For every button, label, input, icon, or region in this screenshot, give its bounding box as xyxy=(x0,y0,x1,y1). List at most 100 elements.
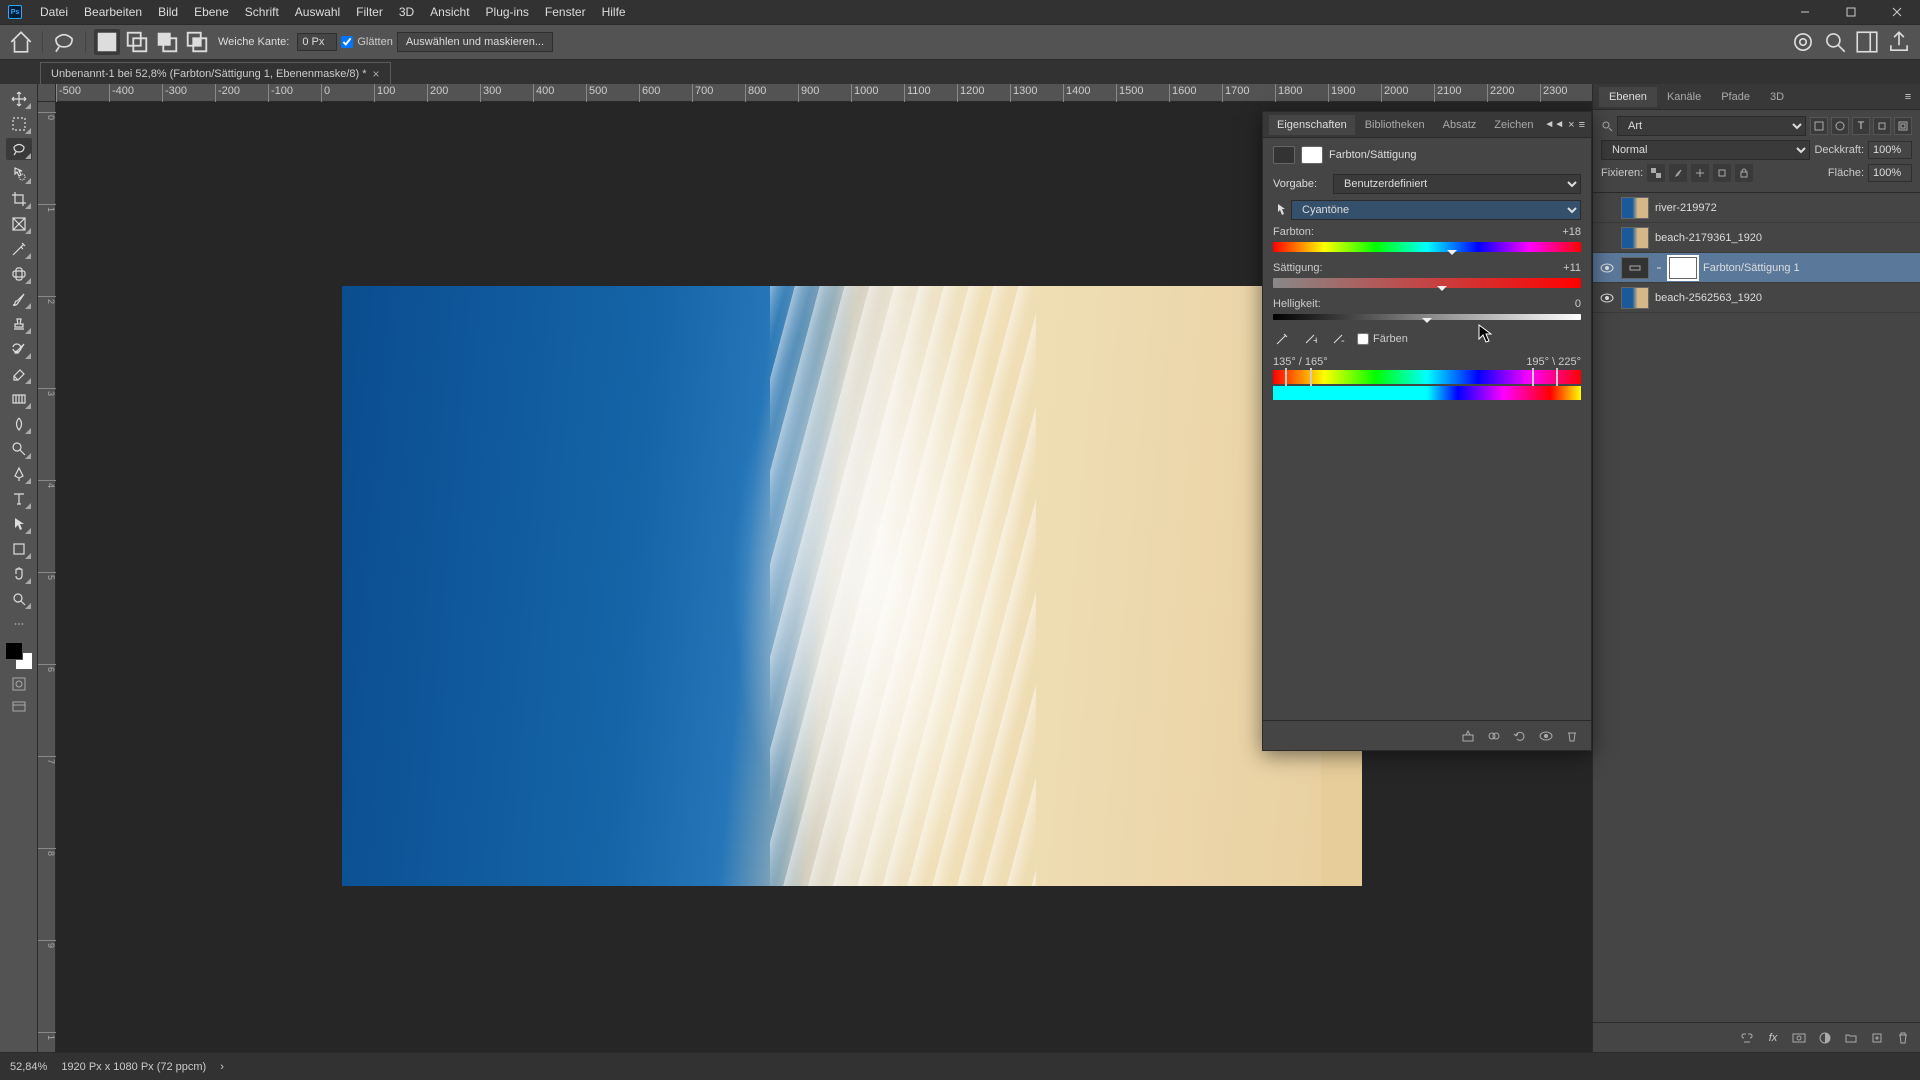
color-range-select[interactable]: Cyantöne xyxy=(1291,200,1581,220)
eyedropper-minus-icon[interactable]: - xyxy=(1329,330,1347,348)
lock-all-icon[interactable] xyxy=(1735,164,1753,182)
select-and-mask-button[interactable]: Auswählen und maskieren... xyxy=(397,32,553,52)
close-panel-icon[interactable]: × xyxy=(1568,119,1574,131)
new-layer-icon[interactable] xyxy=(1868,1029,1886,1047)
layer-filter-select[interactable]: Art xyxy=(1617,116,1806,136)
trash-icon[interactable] xyxy=(1894,1029,1912,1047)
dodge-tool[interactable] xyxy=(6,438,32,460)
mask-thumbnail[interactable] xyxy=(1669,257,1697,279)
lightness-value[interactable]: 0 xyxy=(1575,298,1581,310)
antialias-checkbox[interactable]: Glätten xyxy=(341,36,392,48)
menu-ebene[interactable]: Ebene xyxy=(186,5,237,19)
cloud-docs-icon[interactable] xyxy=(1790,29,1816,55)
tab-absatz[interactable]: Absatz xyxy=(1435,115,1485,135)
colorize-checkbox[interactable]: Färben xyxy=(1357,333,1408,345)
panel-menu-icon[interactable]: ≡ xyxy=(1902,88,1920,106)
document-tab[interactable]: Unbenannt-1 bei 52,8% (Farbton/Sättigung… xyxy=(40,62,391,84)
eyedropper-icon[interactable] xyxy=(1273,330,1291,348)
type-tool[interactable] xyxy=(6,488,32,510)
view-previous-icon[interactable] xyxy=(1485,727,1503,745)
quick-select-tool[interactable] xyxy=(6,163,32,185)
adjustment-layer-icon[interactable] xyxy=(1816,1029,1834,1047)
workspace-icon[interactable] xyxy=(1854,29,1880,55)
crop-tool[interactable] xyxy=(6,188,32,210)
adjustment-icon[interactable] xyxy=(1621,257,1649,279)
toggle-visibility-icon[interactable] xyxy=(1537,727,1555,745)
visibility-icon[interactable] xyxy=(1599,260,1615,276)
lightness-slider[interactable] xyxy=(1273,314,1581,320)
collapse-icon[interactable]: ◄◄ xyxy=(1544,119,1564,131)
visibility-icon[interactable] xyxy=(1599,290,1615,306)
delete-adjustment-icon[interactable] xyxy=(1563,727,1581,745)
eyedropper-plus-icon[interactable]: + xyxy=(1301,330,1319,348)
selection-add-icon[interactable] xyxy=(124,29,150,55)
menu-fenster[interactable]: Fenster xyxy=(537,5,594,19)
gradient-tool[interactable] xyxy=(6,388,32,410)
eraser-tool[interactable] xyxy=(6,363,32,385)
layer-thumbnail[interactable] xyxy=(1621,287,1649,309)
blend-mode-select[interactable]: Normal xyxy=(1601,140,1810,160)
tab-ebenen[interactable]: Ebenen xyxy=(1599,87,1657,107)
document-info[interactable]: 1920 Px x 1080 Px (72 ppcm) xyxy=(61,1061,206,1073)
layer-row[interactable]: river-219972 xyxy=(1593,193,1920,223)
menu-3d[interactable]: 3D xyxy=(391,5,422,19)
filter-type-icon[interactable]: T xyxy=(1852,117,1870,135)
menu-schrift[interactable]: Schrift xyxy=(237,5,287,19)
tab-zeichen[interactable]: Zeichen xyxy=(1486,115,1541,135)
menu-filter[interactable]: Filter xyxy=(348,5,391,19)
visibility-icon[interactable] xyxy=(1599,230,1615,246)
pen-tool[interactable] xyxy=(6,463,32,485)
saturation-slider[interactable] xyxy=(1273,278,1581,288)
stamp-tool[interactable] xyxy=(6,313,32,335)
feather-input[interactable] xyxy=(297,33,337,51)
search-icon[interactable] xyxy=(1822,29,1848,55)
layer-thumbnail[interactable] xyxy=(1621,197,1649,219)
menu-ansicht[interactable]: Ansicht xyxy=(422,5,477,19)
lasso-tool[interactable] xyxy=(6,138,32,160)
menu-hilfe[interactable]: Hilfe xyxy=(594,5,634,19)
menu-auswahl[interactable]: Auswahl xyxy=(287,5,348,19)
hue-slider[interactable] xyxy=(1273,242,1581,252)
lock-paint-icon[interactable] xyxy=(1669,164,1687,182)
quickmask-icon[interactable] xyxy=(10,675,28,693)
layer-thumbnail[interactable] xyxy=(1621,227,1649,249)
foreground-color[interactable] xyxy=(5,642,23,660)
menu-bild[interactable]: Bild xyxy=(150,5,186,19)
layer-row[interactable]: beach-2562563_1920 xyxy=(1593,283,1920,313)
opacity-input[interactable] xyxy=(1868,141,1912,159)
frame-tool[interactable] xyxy=(6,213,32,235)
group-icon[interactable] xyxy=(1842,1029,1860,1047)
marquee-tool[interactable] xyxy=(6,113,32,135)
spectrum-full[interactable] xyxy=(1273,370,1581,384)
reset-icon[interactable] xyxy=(1511,727,1529,745)
filter-shape-icon[interactable] xyxy=(1873,117,1891,135)
edit-toolbar-icon[interactable] xyxy=(10,615,28,633)
blur-tool[interactable] xyxy=(6,413,32,435)
visibility-icon[interactable] xyxy=(1599,200,1615,216)
clip-icon[interactable] xyxy=(1459,727,1477,745)
selection-subtract-icon[interactable] xyxy=(154,29,180,55)
selection-intersect-icon[interactable] xyxy=(184,29,210,55)
shape-tool[interactable] xyxy=(6,538,32,560)
filter-adjust-icon[interactable] xyxy=(1831,117,1849,135)
hand-tool[interactable] xyxy=(6,563,32,585)
lock-pos-icon[interactable] xyxy=(1691,164,1709,182)
fx-icon[interactable]: fx xyxy=(1764,1029,1782,1047)
spectrum-range[interactable] xyxy=(1273,386,1581,400)
filter-smart-icon[interactable] xyxy=(1894,117,1912,135)
ruler-horizontal[interactable]: -500-400-300-200-10001002003004005006007… xyxy=(56,84,1592,102)
zoom-tool[interactable] xyxy=(6,588,32,610)
path-select-tool[interactable] xyxy=(6,513,32,535)
panel-menu-icon[interactable]: ≡ xyxy=(1579,119,1585,131)
tab-kanaele[interactable]: Kanäle xyxy=(1657,87,1711,107)
targeted-adjust-icon[interactable] xyxy=(1273,201,1291,219)
preset-select[interactable]: Benutzerdefiniert xyxy=(1333,174,1581,194)
lasso-tool-icon[interactable] xyxy=(51,29,77,55)
lock-artboard-icon[interactable] xyxy=(1713,164,1731,182)
layer-row[interactable]: beach-2179361_1920 xyxy=(1593,223,1920,253)
brush-tool[interactable] xyxy=(6,288,32,310)
menu-bearbeiten[interactable]: Bearbeiten xyxy=(76,5,150,19)
fill-input[interactable] xyxy=(1868,164,1912,182)
close-icon[interactable]: × xyxy=(373,67,380,81)
minimize-button[interactable] xyxy=(1782,0,1828,24)
